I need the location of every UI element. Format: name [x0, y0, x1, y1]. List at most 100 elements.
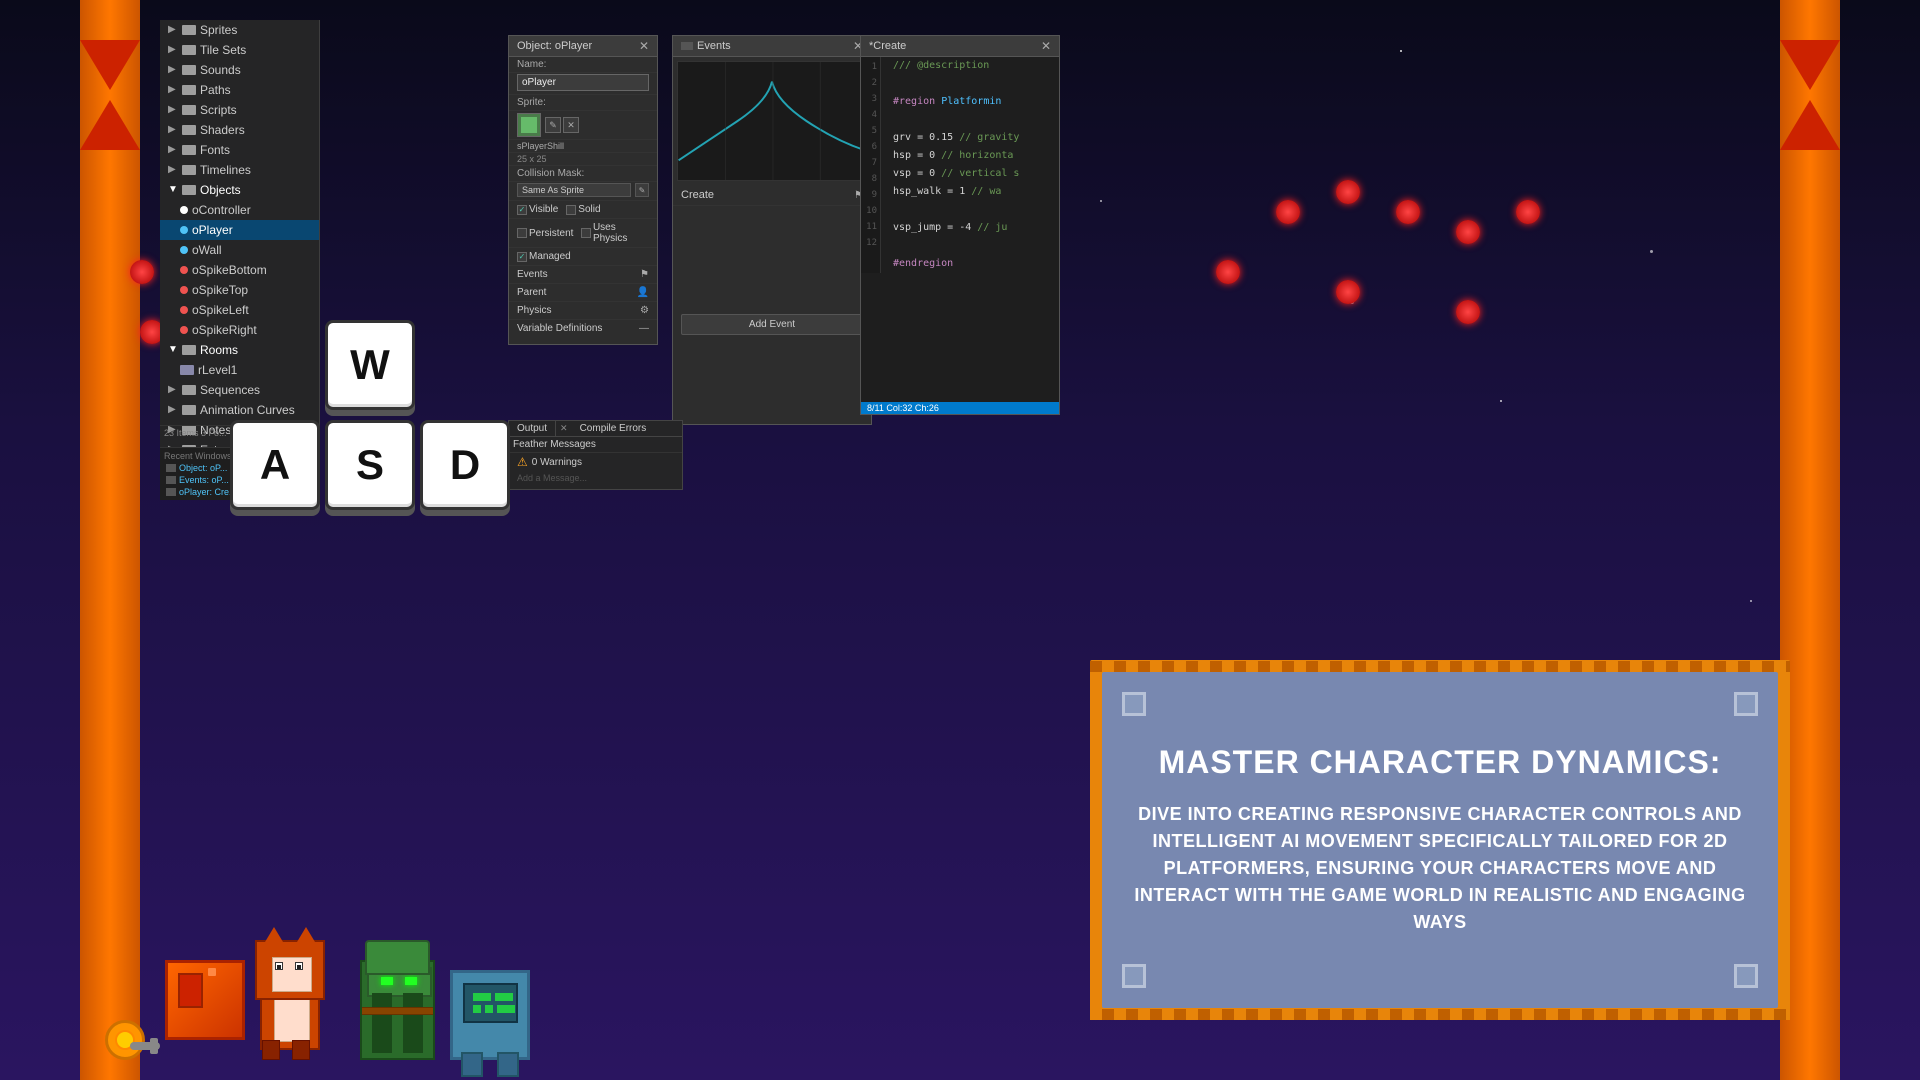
- name-input[interactable]: oPlayer: [517, 74, 649, 91]
- code-content[interactable]: 123456789101112 /// @description #region…: [861, 57, 1059, 273]
- sprite-preview: [517, 113, 541, 137]
- collision-value[interactable]: Same As Sprite: [517, 183, 631, 197]
- object-panel-close[interactable]: ✕: [639, 39, 649, 53]
- physics-row[interactable]: Physics ⚙: [509, 302, 657, 320]
- key-w: W: [325, 320, 415, 410]
- collision-edit-btn[interactable]: ✎: [635, 183, 649, 197]
- solid-checkbox[interactable]: [566, 205, 576, 215]
- var-defs-icon: —: [639, 323, 649, 334]
- sidebar-label-oplayer: oPlayer: [192, 223, 233, 237]
- output-tab[interactable]: Output: [509, 421, 556, 436]
- pixel-characters: [100, 930, 540, 1060]
- sidebar-item-ospikeleft[interactable]: oSpikeLeft: [160, 300, 319, 320]
- visible-checkbox[interactable]: [517, 205, 527, 215]
- sidebar-item-rooms[interactable]: ▼ Rooms: [160, 340, 319, 360]
- sidebar-item-timelines[interactable]: ▶ Timelines: [160, 160, 319, 180]
- sprite-actions: ✎ ✕: [545, 117, 579, 133]
- code-line-12: #endregion: [885, 255, 1059, 273]
- fox-character: [240, 930, 350, 1060]
- persistent-checkbox[interactable]: [517, 228, 527, 238]
- close-output-btn[interactable]: ✕: [556, 421, 572, 436]
- name-row: Name:: [509, 57, 657, 73]
- persistent-checkbox-label[interactable]: Persistent: [517, 222, 573, 244]
- managed-checkbox-label[interactable]: Managed: [517, 251, 649, 262]
- code-line-9: [885, 201, 1059, 219]
- solid-checkbox-label[interactable]: Solid: [566, 204, 600, 215]
- sidebar-item-sequences[interactable]: ▶ Sequences: [160, 380, 319, 400]
- key-s: S: [325, 420, 415, 510]
- promo-panel: MASTER CHARACTER DYNAMICS: DIVE INTO CRE…: [1090, 660, 1790, 1020]
- code-line-6: hsp = 0 // horizonta: [885, 147, 1059, 165]
- code-line-5: grv = 0.15 // gravity: [885, 129, 1059, 147]
- sidebar-item-scripts[interactable]: ▶ Scripts: [160, 100, 319, 120]
- sidebar-item-owall[interactable]: oWall: [160, 240, 319, 260]
- pillar-left: [80, 0, 140, 1080]
- code-lines[interactable]: /// @description #region Platformin grv …: [881, 57, 1059, 273]
- sidebar-item-ospikebottom[interactable]: oSpikeBottom: [160, 260, 319, 280]
- sidebar-label-ocontroller: oController: [192, 203, 251, 217]
- clear-sprite-button[interactable]: ✕: [563, 117, 579, 133]
- visible-checkbox-label[interactable]: Visible: [517, 204, 558, 215]
- expand-arrow-rooms: ▼: [168, 344, 180, 356]
- compile-errors-tab[interactable]: Compile Errors: [572, 421, 655, 436]
- sidebar-item-sounds[interactable]: ▶ Sounds: [160, 60, 319, 80]
- sidebar-label-rlevel1: rLevel1: [198, 363, 237, 377]
- sidebar-item-ospikeright[interactable]: oSpikeRight: [160, 320, 319, 340]
- sidebar-label-sprites: Sprites: [200, 23, 237, 37]
- add-event-button[interactable]: Add Event: [681, 314, 863, 335]
- object-dot-owall: [180, 246, 188, 254]
- code-line-8: hsp_walk = 1 // wa: [885, 183, 1059, 201]
- sprite-name: sPlayerShill: [509, 140, 657, 153]
- sidebar-item-fonts[interactable]: ▶ Fonts: [160, 140, 319, 160]
- sidebar-item-paths[interactable]: ▶ Paths: [160, 80, 319, 100]
- expand-arrow-sounds: ▶: [168, 64, 180, 76]
- code-line-2: [885, 75, 1059, 93]
- var-defs-row[interactable]: Variable Definitions —: [509, 320, 657, 337]
- sidebar-item-sprites[interactable]: ▶ Sprites: [160, 20, 319, 40]
- events-row[interactable]: Events ⚑: [509, 266, 657, 284]
- sidebar-label-objects: Objects: [200, 183, 241, 197]
- object-dot-ospikebottom: [180, 266, 188, 274]
- flags-row-2: Persistent Uses Physics: [509, 219, 657, 248]
- code-panel-close[interactable]: ✕: [1041, 39, 1051, 53]
- sidebar-item-shaders[interactable]: ▶ Shaders: [160, 120, 319, 140]
- coin-character: [100, 1000, 160, 1060]
- sidebar-label-ospiketop: oSpikeTop: [192, 283, 248, 297]
- promo-description: DIVE INTO CREATING RESPONSIVE CHARACTER …: [1132, 801, 1748, 936]
- create-event-label: Create: [681, 189, 714, 201]
- orb-6: [1216, 260, 1240, 284]
- promo-corner-tl: [1122, 692, 1146, 716]
- orb-3: [1396, 200, 1420, 224]
- promo-corner-tr: [1734, 692, 1758, 716]
- managed-checkbox[interactable]: [517, 252, 527, 262]
- add-message-area[interactable]: Add a Message...: [509, 471, 682, 485]
- sidebar-item-oplayer[interactable]: oPlayer: [160, 220, 319, 240]
- physics-icon: ⚙: [640, 305, 649, 316]
- code-line-1: /// @description: [885, 57, 1059, 75]
- sidebar-item-ocontroller[interactable]: oController: [160, 200, 319, 220]
- items-count: 23 Items 3 Fo...: [164, 428, 227, 438]
- uses-physics-checkbox[interactable]: [581, 228, 590, 238]
- code-line-3: #region Platformin: [885, 93, 1059, 111]
- object-dot-ocontroller: [180, 206, 188, 214]
- create-event-item[interactable]: Create ⚑: [673, 185, 871, 206]
- code-line-11: [885, 237, 1059, 255]
- orb-left-2: [130, 260, 154, 284]
- code-status: 8/11 Col:32 Ch:26: [867, 403, 939, 413]
- edit-sprite-button[interactable]: ✎: [545, 117, 561, 133]
- sidebar-item-rlevel1[interactable]: rLevel1: [160, 360, 319, 380]
- output-panel: Output ✕ Compile Errors Feather Messages…: [508, 420, 683, 490]
- sidebar-label-paths: Paths: [200, 83, 231, 97]
- event-graph: [677, 61, 867, 181]
- sidebar-item-animation-curves[interactable]: ▶ Animation Curves: [160, 400, 319, 420]
- output-tabs: Output ✕ Compile Errors: [509, 421, 682, 437]
- sidebar-label-timelines: Timelines: [200, 163, 251, 177]
- sidebar-item-ospiketop[interactable]: oSpikeTop: [160, 280, 319, 300]
- sidebar-item-objects[interactable]: ▼ Objects: [160, 180, 319, 200]
- object-panel-header: Object: oPlayer ✕: [509, 36, 657, 57]
- parent-row[interactable]: Parent 👤: [509, 284, 657, 302]
- sidebar-label-shaders: Shaders: [200, 123, 245, 137]
- sidebar-item-tilesets[interactable]: ▶ Tile Sets: [160, 40, 319, 60]
- feather-tab[interactable]: Feather Messages: [509, 437, 682, 453]
- uses-physics-checkbox-label[interactable]: Uses Physics: [581, 222, 649, 244]
